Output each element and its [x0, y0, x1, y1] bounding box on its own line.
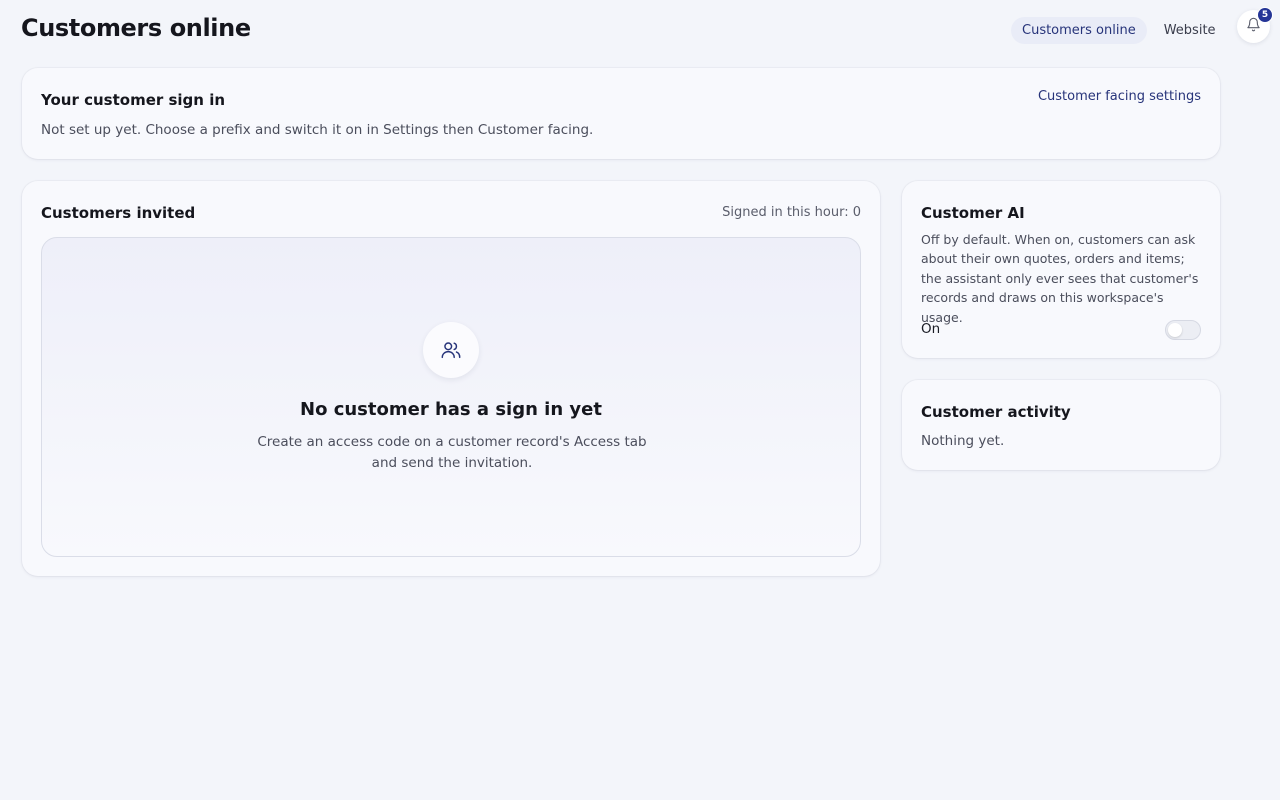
customer-ai-description: Off by default. When on, customers can a… — [921, 232, 1199, 325]
page-title: Customers online — [21, 14, 251, 42]
top-nav: Customers online Website — [1011, 17, 1227, 44]
notifications-button[interactable]: 5 — [1237, 7, 1273, 43]
tab-website[interactable]: Website — [1153, 17, 1227, 44]
users-icon — [423, 322, 479, 378]
customers-invited-title: Customers invited — [41, 204, 196, 222]
customer-ai-title: Customer AI — [921, 204, 1025, 222]
toggle-knob — [1168, 323, 1182, 337]
sign-in-status-text: Not set up yet. Choose a prefix and swit… — [41, 122, 594, 138]
customers-invited-card: Customers invited Signed in this hour: 0… — [22, 181, 880, 576]
empty-state-text: Create an access code on a customer reco… — [257, 434, 647, 471]
customer-activity-text: Nothing yet. — [921, 433, 1005, 449]
empty-state-panel: No customer has a sign in yet Create an … — [41, 237, 861, 557]
customer-ai-toggle[interactable] — [1165, 320, 1201, 340]
customer-activity-card: Customer activity Nothing yet. — [902, 380, 1220, 470]
customer-activity-title: Customer activity — [921, 403, 1071, 421]
notification-count-badge: 5 — [1257, 7, 1273, 23]
signed-in-hour-count: Signed in this hour: 0 — [722, 205, 861, 220]
customer-sign-in-card: Your customer sign in Customer facing se… — [22, 68, 1220, 159]
sign-in-card-title: Your customer sign in — [41, 91, 226, 109]
customer-ai-card: Customer AI Off by default. When on, cus… — [902, 181, 1220, 358]
customer-ai-toggle-label: On — [921, 321, 941, 337]
empty-state-title: No customer has a sign in yet — [300, 399, 602, 420]
customer-facing-settings-link[interactable]: Customer facing settings — [1038, 89, 1201, 104]
tab-customers-online[interactable]: Customers online — [1011, 17, 1147, 44]
page: Customers online Customers online Websit… — [0, 0, 1280, 800]
